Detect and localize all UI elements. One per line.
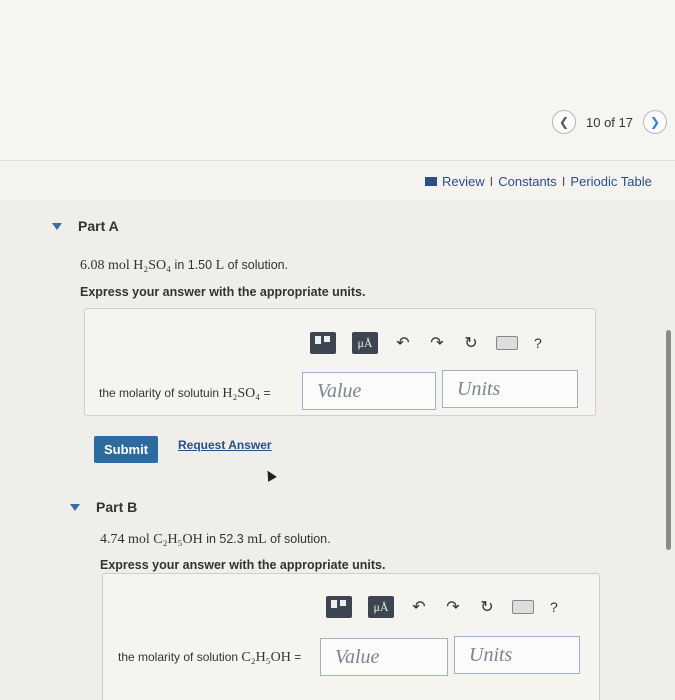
question-navigation: ❮ 10 of 17 ❯ <box>552 110 667 134</box>
link-separator: I <box>561 174 566 189</box>
part-a-toolbar: μÅ ↶ ↷ ↻ ? <box>310 332 542 354</box>
part-b-toolbar: μÅ ↶ ↷ ↻ ? <box>326 596 558 618</box>
part-a-value-input[interactable]: Value <box>302 372 436 410</box>
units-symbol-button[interactable]: μÅ <box>368 596 394 618</box>
part-b-units-input[interactable]: Units <box>454 636 580 674</box>
scrollbar[interactable] <box>666 330 671 550</box>
answer-label-formula: H₂SO₄ <box>222 386 261 401</box>
keyboard-icon[interactable] <box>496 336 518 350</box>
undo-icon[interactable]: ↶ <box>394 333 412 353</box>
help-button[interactable]: ? <box>534 335 542 351</box>
redo-icon[interactable]: ↷ <box>428 333 446 353</box>
template-grid-icon <box>310 332 336 354</box>
part-b-answer-label: the molarity of solution C₂H₅OH = <box>118 650 301 666</box>
part-a-question: 6.08 mol H₂SO₄ in 1.50 L of solution. <box>80 258 288 274</box>
part-a-instruction: Express your answer with the appropriate… <box>80 285 366 299</box>
keyboard-icon[interactable] <box>512 600 534 614</box>
link-separator: I <box>489 174 494 189</box>
question-text: of solution. <box>270 532 331 546</box>
submit-button[interactable]: Submit <box>94 436 159 463</box>
template-button[interactable] <box>310 332 336 354</box>
answer-label-text: the molarity of solutuin <box>99 386 220 400</box>
reset-icon[interactable]: ↻ <box>462 333 480 353</box>
book-icon <box>425 177 437 186</box>
part-a-answer-label: the molarity of solutuin H₂SO₄ = <box>99 386 271 402</box>
question-quantity: 6.08 mol H₂SO₄ <box>80 258 172 273</box>
top-band <box>0 0 675 160</box>
redo-icon[interactable]: ↷ <box>444 597 462 617</box>
request-answer-link[interactable]: Request Answer <box>178 438 272 452</box>
part-b-instruction: Express your answer with the appropriate… <box>100 558 386 572</box>
question-text: of solution. <box>227 258 289 272</box>
chevron-right-icon: ❯ <box>649 115 661 129</box>
template-button[interactable] <box>326 596 352 618</box>
constants-link[interactable]: Constants <box>498 174 557 189</box>
template-grid-icon <box>326 596 352 618</box>
undo-icon[interactable]: ↶ <box>410 597 428 617</box>
next-question-button[interactable]: ❯ <box>643 110 667 134</box>
review-link[interactable]: Review <box>442 174 485 189</box>
reset-icon[interactable]: ↻ <box>478 597 496 617</box>
part-b-title: Part B <box>96 499 138 515</box>
question-text: in 52.3 <box>206 532 244 546</box>
question-quantity: 4.74 mol C₂H₅OH <box>100 532 203 547</box>
answer-label-text: the molarity of solution <box>118 650 239 664</box>
periodic-table-link[interactable]: Periodic Table <box>570 174 651 189</box>
equals-sign: = <box>263 386 271 400</box>
question-counter: 10 of 17 <box>586 114 633 130</box>
question-unit: L <box>215 258 225 273</box>
part-b-value-input[interactable]: Value <box>320 638 448 676</box>
previous-question-button[interactable]: ❮ <box>552 110 576 134</box>
question-text: in 1.50 <box>174 258 213 272</box>
divider <box>0 160 675 161</box>
collapse-triangle-icon <box>52 222 62 230</box>
units-symbol-button[interactable]: μÅ <box>352 332 378 354</box>
answer-label-formula: C₂H₅OH <box>241 650 291 665</box>
part-a-header[interactable]: Part A <box>52 218 119 234</box>
resource-links: Review I Constants I Periodic Table <box>425 174 652 189</box>
part-a-units-input[interactable]: Units <box>442 370 578 408</box>
collapse-triangle-icon <box>70 503 80 511</box>
part-b-header[interactable]: Part B <box>70 499 137 515</box>
chevron-left-icon: ❮ <box>558 115 570 129</box>
part-b-question: 4.74 mol C₂H₅OH in 52.3 mL of solution. <box>100 532 331 548</box>
question-unit: mL <box>247 532 267 547</box>
equals-sign: = <box>294 650 302 664</box>
part-a-title: Part A <box>78 218 119 234</box>
help-button[interactable]: ? <box>550 599 558 615</box>
